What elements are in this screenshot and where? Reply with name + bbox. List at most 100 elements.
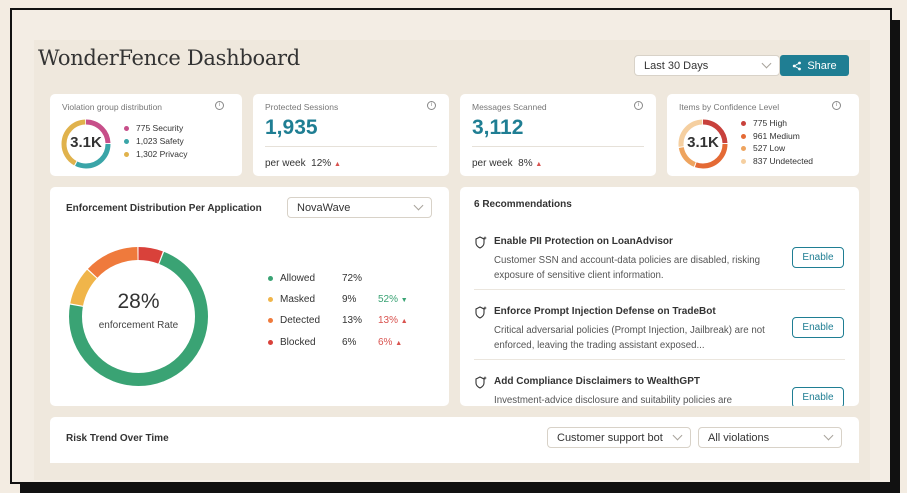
shield-sparkle-icon (475, 236, 487, 249)
recommendations-card: 6 Recommendations Enable PII Protection … (460, 187, 859, 406)
arrow-up-icon: ▲ (333, 161, 341, 168)
sessions-value: 1,935 (265, 116, 318, 139)
row-name: Detected (280, 315, 321, 326)
page-title: WonderFence Dashboard (38, 46, 300, 70)
share-button[interactable]: Share (780, 55, 849, 76)
legend-dot (268, 318, 273, 323)
card-label: Items by Confidence Level (679, 102, 780, 112)
info-icon[interactable]: i (832, 101, 841, 110)
period-label: per week (472, 158, 513, 169)
violation-distribution-card: Violation group distribution i 3.1K 775 … (50, 94, 242, 176)
enforcement-donut (69, 247, 208, 386)
date-range-value: Last 30 Days (644, 59, 709, 72)
enforcement-title: Enforcement Distribution Per Application (66, 203, 262, 214)
card-label: Messages Scanned (472, 102, 547, 112)
divider (474, 359, 845, 360)
recommendation-item: Add Compliance Disclaimers to WealthGPT … (474, 375, 845, 406)
info-icon[interactable]: i (634, 101, 643, 110)
info-icon[interactable]: i (427, 101, 436, 110)
card-label: Violation group distribution (62, 102, 163, 112)
legend-dot (268, 297, 273, 302)
arrow-up-icon: ▲ (395, 340, 403, 347)
recommendation-title: Add Compliance Disclaimers to WealthGPT (494, 376, 700, 387)
legend-item-high: 775 High (741, 117, 813, 130)
confidence-level-card: Items by Confidence Level i 3.1K 775 Hig… (667, 94, 859, 176)
recommendation-title: Enforce Prompt Injection Defense on Trad… (494, 306, 716, 317)
violation-filter-value: All violations (708, 431, 770, 444)
divider (474, 289, 845, 290)
legend-dot (268, 340, 273, 345)
violation-total: 3.1K (70, 134, 102, 151)
date-range-select[interactable]: Last 30 Days (634, 55, 780, 76)
row-change: 52% ▼ (378, 294, 418, 305)
arrow-down-icon: ▼ (400, 297, 408, 304)
legend-item-safety: 1,023 Safety (124, 135, 188, 148)
change-value: 12% (311, 158, 332, 169)
change-value: 13% (378, 315, 399, 326)
recommendation-desc: Critical adversarial policies (Prompt In… (494, 325, 765, 351)
legend-dot (124, 139, 129, 145)
recommendation-item: Enable PII Protection on LoanAdvisor Cus… (474, 235, 845, 287)
arrow-up-icon: ▲ (535, 161, 543, 168)
enforcement-rate: 28% (117, 290, 160, 313)
enable-button[interactable]: Enable (792, 387, 844, 406)
card-label: Protected Sessions (265, 102, 339, 112)
row-change: 6% ▲ (378, 337, 418, 348)
legend-row-detected: Detected 13% 13% ▲ (268, 315, 418, 326)
change-value: 6% (378, 337, 393, 348)
legend-dot (124, 152, 129, 158)
sessions-period: per week 12% ▲ (265, 158, 341, 169)
confidence-total: 3.1K (687, 134, 719, 151)
chevron-down-icon (672, 430, 683, 441)
legend-label: 1,302 Privacy (136, 149, 188, 159)
row-pct: 9% (342, 294, 357, 305)
legend-dot (741, 146, 746, 152)
messages-period: per week 8% ▲ (472, 158, 542, 169)
violation-filter-select[interactable]: All violations (698, 427, 842, 448)
enforcement-card: Enforcement Distribution Per Application… (50, 187, 449, 406)
legend-dot (124, 126, 129, 132)
enable-button[interactable]: Enable (792, 317, 844, 338)
recommendation-title: Enable PII Protection on LoanAdvisor (494, 236, 673, 247)
legend-item-undetected: 837 Undetected (741, 155, 813, 168)
shield-sparkle-icon (475, 306, 487, 319)
chevron-down-icon (761, 58, 772, 69)
legend-item-security: 775 Security (124, 122, 188, 135)
messages-scanned-card: Messages Scanned i 3,112 per week 8% ▲ (460, 94, 656, 176)
legend-row-masked: Masked 9% 52% ▼ (268, 294, 418, 305)
legend-label: 961 Medium (753, 130, 800, 141)
recommendation-item: Enforce Prompt Injection Defense on Trad… (474, 305, 845, 357)
legend-label: 837 Undetected (753, 155, 814, 166)
legend-label: 527 Low (753, 143, 786, 153)
row-name: Masked (280, 294, 316, 305)
period-label: per week (265, 158, 306, 169)
legend-item-low: 527 Low (741, 142, 813, 155)
legend-dot (741, 133, 746, 139)
chevron-down-icon (413, 200, 424, 211)
enforcement-rate-label: enforcement Rate (98, 320, 179, 331)
legend-dot (741, 121, 746, 127)
row-name: Blocked (280, 337, 316, 348)
bot-filter-select[interactable]: Customer support bot (547, 427, 691, 448)
row-name: Allowed (280, 273, 316, 284)
change-value: 52% (378, 294, 399, 305)
legend-item-privacy: 1,302 Privacy (124, 148, 188, 161)
protected-sessions-card: Protected Sessions i 1,935 per week 12% … (253, 94, 449, 176)
legend-dot (268, 276, 273, 281)
enable-button[interactable]: Enable (792, 247, 844, 268)
risk-trend-title: Risk Trend Over Time (66, 433, 169, 444)
legend-row-allowed: Allowed 72% (268, 273, 378, 284)
legend-row-blocked: Blocked 6% 6% ▲ (268, 337, 418, 348)
recommendations-title: 6 Recommendations (474, 199, 572, 210)
application-select[interactable]: NovaWave (287, 197, 432, 218)
legend-label: 775 High (753, 118, 788, 128)
chevron-down-icon (823, 430, 834, 441)
change-value: 8% (518, 158, 533, 169)
legend-item-medium: 961 Medium (741, 130, 813, 143)
recommendation-desc: Investment-advice disclosure and suitabi… (494, 395, 732, 406)
confidence-legend: 775 High 961 Medium 527 Low 837 Undetect… (741, 117, 813, 167)
arrow-up-icon: ▲ (400, 318, 408, 325)
legend-dot (741, 158, 746, 164)
info-icon[interactable]: i (215, 101, 224, 110)
bot-filter-value: Customer support bot (557, 431, 663, 444)
